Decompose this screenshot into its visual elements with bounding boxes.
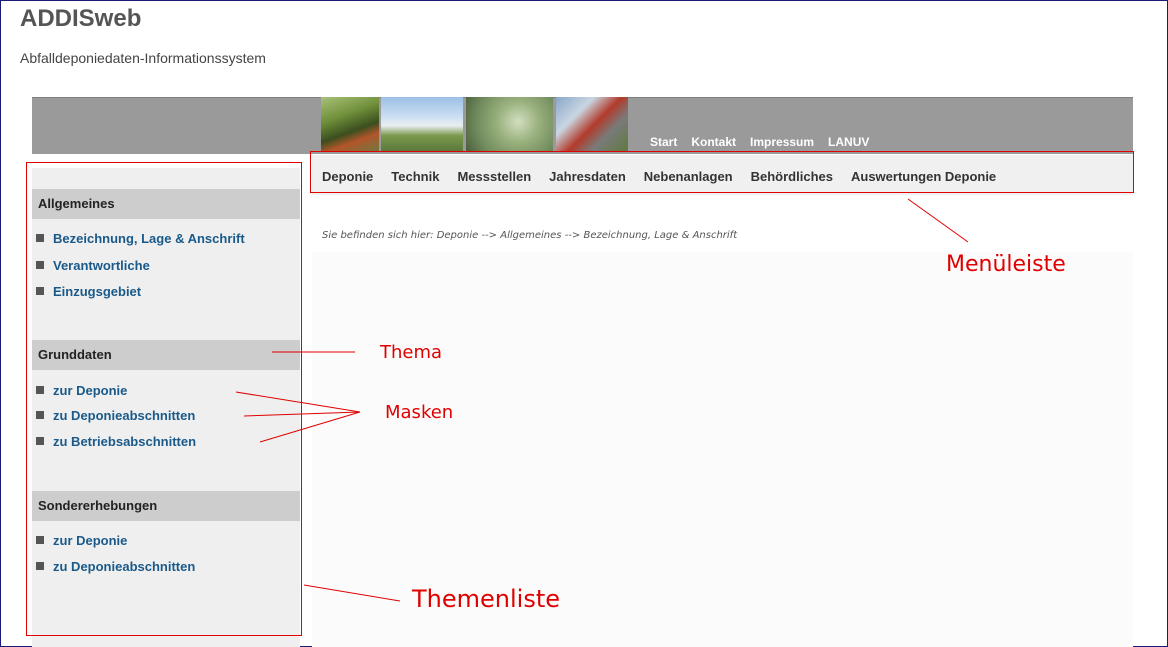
thema-label: Thema [380, 342, 443, 363]
nav-impressum-link[interactable]: Impressum [750, 135, 814, 149]
app-subtitle: Abfalldeponiedaten-Informationssystem [20, 50, 266, 66]
frog-photo [321, 97, 379, 152]
plant-photo [466, 97, 553, 152]
menuleiste-highlight-box [310, 151, 1134, 193]
breadcrumb: Sie befinden sich hier: Deponie --> Allg… [322, 230, 738, 241]
themenliste-highlight-box [26, 162, 302, 636]
building-photo [556, 97, 628, 152]
masken-label: Masken [385, 402, 454, 423]
menuleiste-label: Menüleiste [946, 252, 1066, 277]
landscape-photo [381, 97, 463, 152]
nav-start-link[interactable]: Start [650, 135, 677, 149]
top-navigation: Start Kontakt Impressum LANUV [650, 135, 869, 149]
nav-kontakt-link[interactable]: Kontakt [691, 135, 736, 149]
themenliste-label: Themenliste [412, 585, 561, 613]
app-title: ADDISweb [20, 5, 142, 32]
nav-lanuv-link[interactable]: LANUV [828, 135, 869, 149]
